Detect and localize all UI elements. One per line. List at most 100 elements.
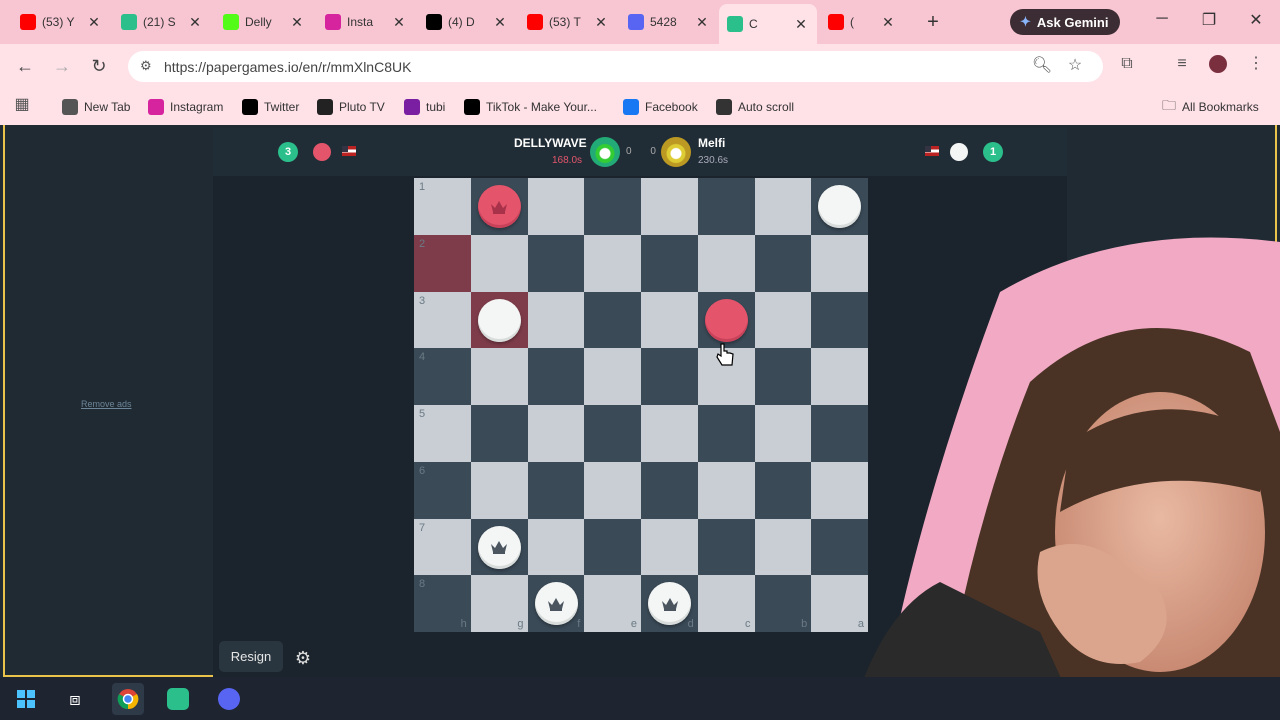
browser-tab[interactable]: (53) T ✕	[519, 6, 617, 38]
menu-icon[interactable]: ⋮	[1244, 52, 1268, 76]
board-square[interactable]	[697, 405, 755, 462]
board-square[interactable]	[470, 291, 528, 349]
board-square[interactable]	[697, 178, 755, 235]
back-button[interactable]: ←	[13, 54, 37, 78]
board-square[interactable]	[754, 518, 812, 576]
new-tab-button[interactable]: +	[922, 12, 944, 34]
red-piece[interactable]	[704, 298, 748, 342]
board-square[interactable]	[584, 405, 641, 462]
board-square[interactable]	[584, 461, 641, 519]
board-square[interactable]	[641, 178, 698, 235]
board-square[interactable]: g	[470, 575, 528, 632]
close-tab-icon[interactable]: ✕	[694, 14, 710, 31]
reload-button[interactable]: ↻	[87, 54, 111, 78]
board-square[interactable]: b	[754, 575, 812, 632]
board-square[interactable]: 4	[414, 348, 471, 405]
board-square[interactable]	[527, 348, 585, 405]
board-square[interactable]	[641, 291, 698, 349]
board-square[interactable]	[584, 178, 641, 235]
board-square[interactable]	[527, 178, 585, 235]
board-square[interactable]	[697, 461, 755, 519]
board-square[interactable]: 7	[414, 518, 471, 576]
bookmark-item[interactable]: Instagram	[148, 97, 223, 117]
apps-grid-icon[interactable]: ▦	[10, 93, 34, 117]
board-square[interactable]	[584, 234, 641, 292]
bookmark-item[interactable]: Pluto TV	[317, 97, 385, 117]
board-square[interactable]: 3	[414, 291, 471, 349]
board-square[interactable]	[641, 405, 698, 462]
board-square[interactable]	[584, 518, 641, 576]
board-square[interactable]: e	[584, 575, 641, 632]
browser-tab[interactable]: (53) Y ✕	[12, 6, 110, 38]
minimize-button[interactable]: ─	[1150, 10, 1174, 34]
task-view-icon[interactable]: ⧈	[59, 683, 91, 715]
browser-tab[interactable]: 5428 ✕	[620, 6, 718, 38]
board-square[interactable]: d	[641, 575, 698, 632]
zoom-icon[interactable]: 🔍︎	[1030, 54, 1054, 78]
bookmark-star-icon[interactable]: ☆	[1063, 54, 1087, 78]
browser-tab[interactable]: Insta ✕	[317, 6, 415, 38]
checkers-board[interactable]: 12345678hgfedcba	[414, 178, 868, 632]
white-king-piece[interactable]	[477, 525, 521, 569]
board-square[interactable]	[470, 234, 528, 292]
close-window-button[interactable]: ✕	[1244, 10, 1268, 34]
board-square[interactable]	[754, 234, 812, 292]
profile-avatar[interactable]	[1206, 52, 1230, 76]
bookmark-item[interactable]: Twitter	[242, 97, 299, 117]
board-square[interactable]	[697, 518, 755, 576]
browser-tab[interactable]: (✕	[820, 6, 904, 38]
browser-tab[interactable]: Delly ✕	[215, 6, 313, 38]
board-square[interactable]	[470, 461, 528, 519]
board-square[interactable]: 2	[414, 234, 471, 292]
board-square[interactable]	[584, 291, 641, 349]
board-square[interactable]: 6	[414, 461, 471, 519]
white-piece[interactable]	[818, 185, 862, 228]
board-square[interactable]	[641, 461, 698, 519]
settings-gear-icon[interactable]: ⚙	[292, 647, 314, 669]
white-king-piece[interactable]	[534, 582, 578, 626]
board-square[interactable]	[754, 405, 812, 462]
board-square[interactable]	[754, 291, 812, 349]
board-square[interactable]	[527, 518, 585, 576]
all-bookmarks[interactable]: 🗀 All Bookmarks	[1162, 97, 1259, 117]
red-king-piece[interactable]	[477, 185, 521, 228]
board-square[interactable]	[527, 291, 585, 349]
board-square[interactable]	[754, 178, 812, 235]
board-square[interactable]	[470, 405, 528, 462]
close-tab-icon[interactable]: ✕	[492, 14, 508, 31]
browser-tab[interactable]: C ✕	[719, 4, 817, 44]
close-tab-icon[interactable]: ✕	[391, 14, 407, 31]
forward-button[interactable]: →	[50, 54, 74, 78]
site-info-icon[interactable]: ⚙	[140, 58, 156, 74]
remove-ads-link[interactable]: Remove ads	[81, 399, 132, 409]
board-square[interactable]: 8h	[414, 575, 471, 632]
white-king-piece[interactable]	[648, 582, 691, 626]
browser-tab[interactable]: (4) D ✕	[418, 6, 516, 38]
board-square[interactable]	[470, 178, 528, 235]
board-square[interactable]	[641, 348, 698, 405]
close-tab-icon[interactable]: ✕	[880, 14, 896, 31]
board-square[interactable]	[697, 291, 755, 349]
board-square[interactable]	[470, 348, 528, 405]
close-tab-icon[interactable]: ✕	[86, 14, 102, 31]
board-square[interactable]	[641, 518, 698, 576]
board-square[interactable]: 1	[414, 178, 471, 235]
browser-tab[interactable]: (21) S ✕	[113, 6, 211, 38]
close-tab-icon[interactable]: ✕	[187, 14, 203, 31]
board-square[interactable]	[754, 461, 812, 519]
board-square[interactable]	[584, 348, 641, 405]
board-square[interactable]	[527, 405, 585, 462]
media-controls-icon[interactable]: ≡	[1170, 52, 1194, 76]
white-piece[interactable]	[477, 298, 521, 342]
ask-gemini-button[interactable]: ✦ Ask Gemini	[1010, 9, 1121, 35]
board-square[interactable]	[811, 178, 868, 235]
chrome-taskbar-icon[interactable]	[112, 683, 144, 715]
bookmark-item[interactable]: tubi	[404, 97, 445, 117]
board-square[interactable]: f	[527, 575, 585, 632]
board-square[interactable]	[641, 234, 698, 292]
address-bar[interactable]: ⚙ https://papergames.io/en/r/mmXlnC8UK 🔍…	[128, 51, 1103, 82]
close-tab-icon[interactable]: ✕	[289, 14, 305, 31]
board-square[interactable]	[527, 234, 585, 292]
board-square[interactable]	[697, 234, 755, 292]
bookmark-item[interactable]: Auto scroll	[716, 97, 794, 117]
